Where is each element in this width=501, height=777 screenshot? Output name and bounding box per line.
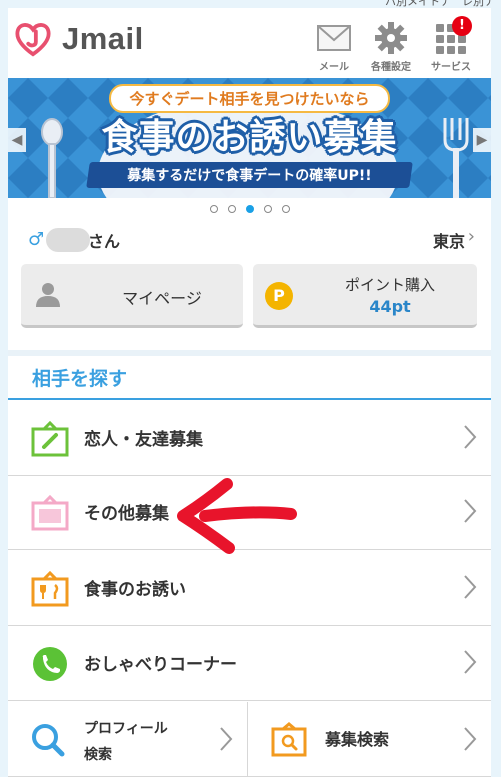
username-suffix: さん	[88, 232, 121, 251]
menu-item-label: その他募集	[84, 504, 169, 524]
mail-icon	[317, 25, 351, 51]
service-notification-badge: !	[452, 16, 472, 36]
banner-prev-button[interactable]: ◀	[8, 128, 26, 152]
board-search-icon	[271, 722, 307, 757]
chevron-right-icon: ›	[467, 226, 475, 247]
chevron-left-icon: ◀	[11, 132, 23, 148]
profile-search-button[interactable]: プロフィール 検索	[8, 702, 248, 777]
menu-item-other-recruit[interactable]: その他募集	[8, 476, 491, 550]
recruit-search-button[interactable]: 募集検索	[249, 702, 491, 777]
male-icon: ♂	[28, 229, 45, 250]
search-row: プロフィール 検索 募集検索	[8, 702, 491, 777]
chevron-right-icon	[220, 727, 233, 751]
header-settings-button[interactable]: 各種設定	[363, 20, 419, 73]
phone-icon	[33, 647, 67, 681]
area-link[interactable]: 東京	[433, 228, 465, 252]
profile-search-line-1: プロフィール	[84, 721, 168, 737]
header-settings-label: 各種設定	[371, 62, 411, 73]
magnifier-icon	[32, 724, 65, 757]
logo-text: Jmail	[62, 21, 144, 56]
chevron-right-icon	[464, 650, 477, 674]
carousel-dot[interactable]	[281, 205, 290, 213]
mypage-button[interactable]: マイページ	[21, 264, 243, 328]
header-mail-label: メール	[319, 62, 349, 73]
meal-board-icon	[31, 571, 69, 607]
logo[interactable]: Jmail	[14, 20, 144, 58]
menu-item-label: 食事のお誘い	[84, 580, 186, 600]
menu-item-love-friend[interactable]: 恋人・友達募集	[8, 402, 491, 476]
user-icon	[36, 283, 60, 307]
menu-item-chat-corner[interactable]: おしゃべりコーナー	[8, 627, 491, 701]
chevron-right-icon	[464, 425, 477, 449]
header-mail-button[interactable]: メール	[306, 20, 362, 73]
carousel-dot[interactable]	[263, 205, 272, 213]
points-coin-icon: P	[265, 282, 293, 310]
header: Jmail メール 各種設定 ! サービス	[8, 8, 491, 74]
banner-next-button[interactable]: ▶	[473, 128, 491, 152]
carousel-dots	[8, 198, 491, 220]
buy-points-label: ポイント購入	[344, 276, 435, 294]
header-service-label: サービス	[431, 62, 471, 73]
user-row: ♂ さん 東京 ›	[8, 222, 491, 256]
chevron-right-icon	[464, 575, 477, 599]
profile-search-label: プロフィール 検索	[84, 716, 168, 768]
menu-item-meal-invite[interactable]: 食事のお誘い	[8, 552, 491, 626]
top-strip: ハ別メイトナ レ別ナ	[0, 0, 501, 8]
buy-points-button[interactable]: P ポイント購入 44pt	[253, 264, 477, 328]
carousel-dot[interactable]	[227, 205, 236, 213]
profile-search-line-2: 検索	[84, 747, 112, 763]
points-balance: 44pt	[369, 297, 411, 316]
carousel-dot-active[interactable]	[245, 205, 254, 213]
chevron-right-icon: ▶	[476, 132, 488, 148]
love-friend-board-icon	[31, 421, 69, 457]
section-title: 相手を探す	[32, 368, 128, 390]
banner-title: 食事のお誘い募集	[101, 117, 398, 158]
gear-icon	[375, 22, 407, 54]
other-board-icon	[31, 495, 69, 531]
app-frame: Jmail メール 各種設定 ! サービス 今すぐデート相手を見つけたいなら 食…	[8, 8, 491, 777]
mypage-label: マイページ	[122, 289, 202, 308]
heart-j-logo-icon	[15, 23, 51, 57]
chevron-right-icon	[464, 499, 477, 523]
promo-banner[interactable]: 今すぐデート相手を見つけたいなら 食事のお誘い募集 募集するだけで食事デートの確…	[8, 78, 491, 198]
menu-item-label: おしゃべりコーナー	[84, 655, 237, 675]
recruit-search-label: 募集検索	[325, 730, 390, 749]
header-service-button[interactable]: ! サービス	[423, 16, 479, 73]
blurred-username	[46, 228, 90, 252]
chevron-right-icon	[464, 727, 477, 751]
carousel-dot[interactable]	[209, 205, 218, 213]
menu-item-label: 恋人・友達募集	[84, 430, 203, 450]
section-header: 相手を探す	[8, 356, 491, 400]
banner-subtitle: 募集するだけで食事デートの確率UP!!	[127, 168, 372, 184]
